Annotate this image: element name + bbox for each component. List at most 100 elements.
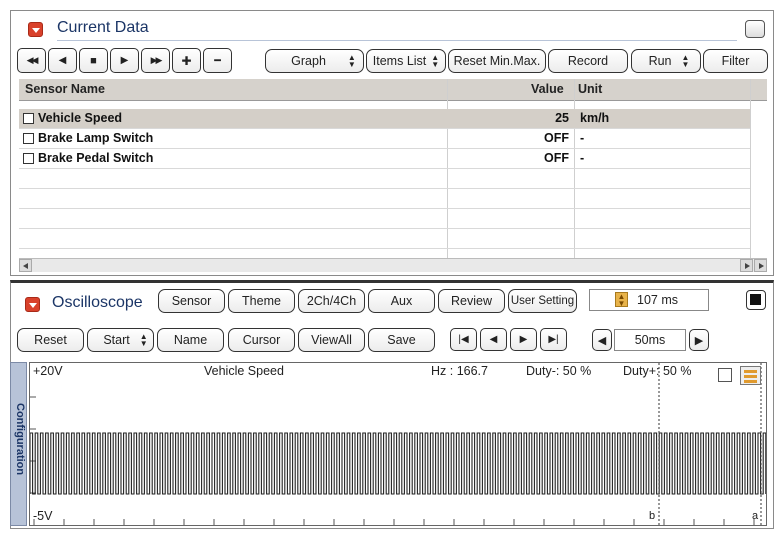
row-checkbox[interactable] xyxy=(23,113,34,124)
prev-icon: ◀ xyxy=(58,55,67,66)
scroll-left-icon[interactable] xyxy=(19,259,32,272)
table-row[interactable]: Brake Lamp Switch OFF - xyxy=(19,129,750,149)
bottom-voltage-label: -5V xyxy=(33,509,53,523)
aux-button[interactable]: Aux xyxy=(368,289,435,313)
table-row[interactable]: Vehicle Speed 25 km/h xyxy=(19,109,750,129)
go-to-start-button[interactable]: |◀ xyxy=(450,328,477,351)
table-row[interactable]: Brake Pedal Switch OFF - xyxy=(19,149,750,169)
rewind-icon: ◀◀ xyxy=(26,55,39,65)
cursor-button[interactable]: Cursor xyxy=(228,328,295,352)
sensor-value: 25 xyxy=(555,111,569,125)
timebase-increase-button[interactable]: ▶ xyxy=(689,329,709,351)
minus-icon: ━ xyxy=(214,55,221,67)
sensor-unit: - xyxy=(580,151,585,165)
title-underline xyxy=(57,40,737,41)
reset-button[interactable]: Reset xyxy=(17,328,84,352)
theme-button[interactable]: Theme xyxy=(228,289,295,313)
sensor-value: OFF xyxy=(544,131,569,145)
plus-icon: ✚ xyxy=(181,53,192,68)
current-data-title: Current Data xyxy=(57,19,149,36)
start-label: Start xyxy=(103,333,130,347)
configuration-label: Configuration xyxy=(14,403,26,476)
skip-start-icon: |◀ xyxy=(458,334,469,345)
duty-plus-readout: Duty+: 50 % xyxy=(623,364,692,378)
row-checkbox[interactable] xyxy=(23,133,34,144)
decrease-arrow-icon: ◀ xyxy=(597,334,607,347)
square-waveform xyxy=(30,432,766,495)
cursor-b-label: b xyxy=(649,510,656,522)
start-dropdown[interactable]: Start ▲ ▼ xyxy=(87,328,154,352)
stop-square-icon xyxy=(750,294,761,305)
graph-checkbox[interactable] xyxy=(718,368,732,382)
oscilloscope-title: Oscilloscope xyxy=(52,294,143,311)
scroll-right-icon[interactable] xyxy=(740,259,753,272)
column-header-value[interactable]: Value xyxy=(531,82,564,96)
timer-icon: ▲ ▼ xyxy=(615,292,628,308)
empty-row xyxy=(19,229,750,249)
sample-time-value: 107 ms xyxy=(637,293,678,307)
view-all-button[interactable]: ViewAll xyxy=(298,328,365,352)
column-header-sensor-name[interactable]: Sensor Name xyxy=(25,82,105,96)
table-header: Sensor Name Value Unit xyxy=(19,79,767,101)
spinner-icon: ▲ ▼ xyxy=(681,53,690,69)
remove-item-button[interactable]: ━ xyxy=(203,48,232,73)
stop-button[interactable]: ■ xyxy=(79,48,108,73)
maximize-icon[interactable] xyxy=(745,20,765,38)
horizontal-scrollbar[interactable] xyxy=(19,258,767,272)
column-divider xyxy=(750,79,751,258)
empty-row xyxy=(19,209,750,229)
spinner-icon: ▲ ▼ xyxy=(347,53,356,69)
cursor-a-label: a xyxy=(752,510,759,522)
name-button[interactable]: Name xyxy=(157,328,224,352)
spinner-icon: ▲ ▼ xyxy=(431,53,440,69)
collapse-oscilloscope-icon[interactable] xyxy=(25,297,40,312)
review-button[interactable]: Review xyxy=(438,289,505,313)
graph-label: Graph xyxy=(291,54,326,68)
sensor-unit: - xyxy=(580,131,585,145)
step-back-icon: ◀ xyxy=(489,334,498,345)
go-to-end-button[interactable]: ▶| xyxy=(540,328,567,351)
skip-end-icon: ▶| xyxy=(548,334,559,345)
prev-button[interactable]: ◀ xyxy=(48,48,77,73)
timebase-decrease-button[interactable]: ◀ xyxy=(592,329,612,351)
fast-forward-icon: ▶▶ xyxy=(150,55,163,65)
add-item-button[interactable]: ✚ xyxy=(172,48,201,73)
sensor-value: OFF xyxy=(544,151,569,165)
run-label: Run xyxy=(648,54,672,68)
empty-row xyxy=(19,169,750,189)
frequency-readout: Hz : 166.7 xyxy=(431,364,488,378)
waveform-svg xyxy=(30,363,766,525)
play-button[interactable]: ▶ xyxy=(110,48,139,73)
graph-settings-icon[interactable] xyxy=(740,366,761,385)
sensor-button[interactable]: Sensor xyxy=(158,289,225,313)
channel-name-label: Vehicle Speed xyxy=(204,364,284,378)
oscilloscope-graph[interactable]: +20V -5V Vehicle Speed Hz : 166.7 Duty-:… xyxy=(29,362,767,526)
collapse-current-data-icon[interactable] xyxy=(28,22,43,37)
user-setting-button[interactable]: User Setting xyxy=(508,289,577,313)
record-button[interactable]: Record xyxy=(548,49,628,73)
sensor-name: Brake Lamp Switch xyxy=(38,131,154,145)
sensor-unit: km/h xyxy=(580,111,610,125)
graph-dropdown[interactable]: Graph ▲ ▼ xyxy=(265,49,364,73)
duty-minus-readout: Duty-: 50 % xyxy=(526,364,592,378)
step-forward-button[interactable]: ▶ xyxy=(510,328,537,351)
row-checkbox[interactable] xyxy=(23,153,34,164)
sample-time-display: ▲ ▼ 107 ms xyxy=(589,289,709,311)
save-button[interactable]: Save xyxy=(368,328,435,352)
stop-icon: ■ xyxy=(90,54,97,67)
fast-forward-button[interactable]: ▶▶ xyxy=(141,48,170,73)
reset-min-max-button[interactable]: Reset Min.Max. xyxy=(448,49,546,73)
column-header-unit[interactable]: Unit xyxy=(578,82,602,96)
filter-button[interactable]: Filter xyxy=(703,49,768,73)
run-dropdown[interactable]: Run ▲ ▼ xyxy=(631,49,701,73)
step-back-button[interactable]: ◀ xyxy=(480,328,507,351)
channel-toggle-button[interactable]: 2Ch/4Ch xyxy=(298,289,365,313)
items-list-dropdown[interactable]: Items List ▲ ▼ xyxy=(366,49,446,73)
increase-arrow-icon: ▶ xyxy=(694,334,704,347)
scroll-right-end-icon[interactable] xyxy=(754,259,767,272)
timebase-display: 50ms xyxy=(614,329,686,351)
stop-capture-button[interactable] xyxy=(746,290,766,310)
rewind-button[interactable]: ◀◀ xyxy=(17,48,46,73)
sensor-name: Brake Pedal Switch xyxy=(38,151,154,165)
configuration-tab[interactable]: Configuration xyxy=(10,362,27,526)
